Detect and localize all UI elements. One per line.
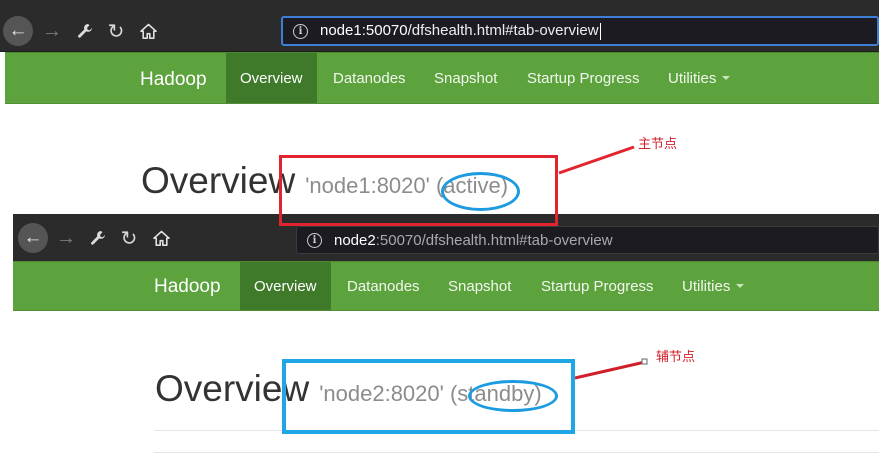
primary-node-label: 主节点	[638, 136, 678, 151]
secondary-arrow-line	[574, 360, 646, 380]
primary-arrow-line	[558, 145, 635, 175]
secondary-node-label: 辅节点	[656, 349, 696, 364]
secondary-arrow-handle	[641, 358, 648, 365]
standby-state-ellipse	[468, 380, 558, 412]
